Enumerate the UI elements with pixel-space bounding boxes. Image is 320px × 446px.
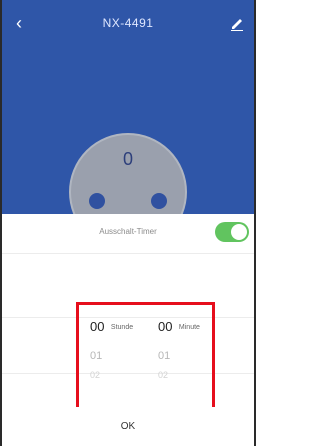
timer-row: Ausschalt-Timer (2, 214, 254, 254)
device-header: ‹ NX-4491 0 (2, 0, 254, 251)
pencil-icon[interactable] (228, 14, 246, 32)
device-title: NX-4491 (102, 16, 154, 30)
timer-toggle[interactable] (215, 222, 249, 242)
socket-pin-left (89, 193, 105, 209)
timer-sheet: Ausschalt-Timer 00 Stunde 01 02 00 Minut… (2, 214, 254, 446)
socket-display-value: 0 (122, 149, 133, 169)
phone-screen: ‹ NX-4491 0 Ausschalt-Timer 00 Stunde 01… (0, 0, 256, 446)
ok-button[interactable]: OK (2, 407, 254, 446)
picker-highlight-box (76, 302, 215, 410)
socket-pin-right (151, 193, 167, 209)
toggle-knob (231, 224, 247, 240)
